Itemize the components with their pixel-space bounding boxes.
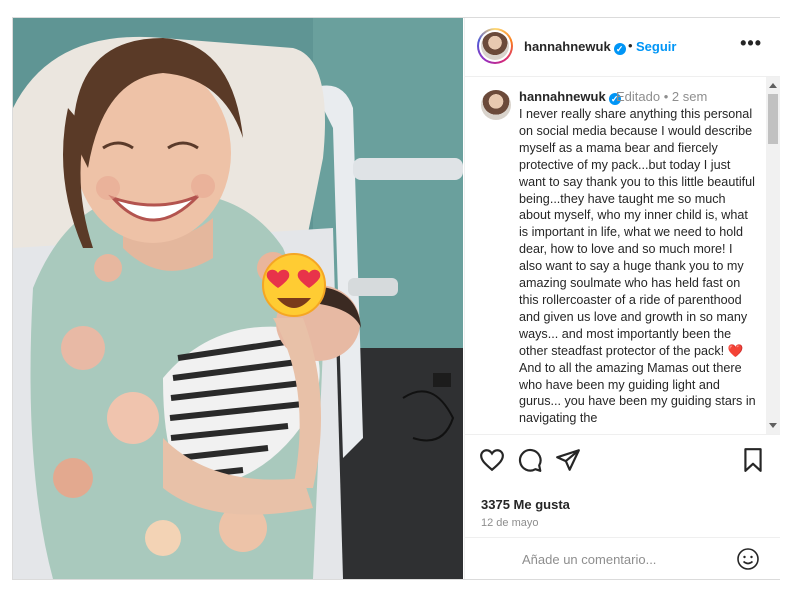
caption-area[interactable]: hannahnewuk ✓ Editado • 2 sem I never rea… [465, 77, 780, 434]
heart-icon[interactable] [479, 447, 505, 473]
comment-icon[interactable] [517, 447, 543, 473]
post-side-panel: hannahnewuk ✓ • Seguir ••• hannahnewuk ✓ E… [464, 18, 780, 579]
more-options-icon[interactable]: ••• [740, 33, 762, 54]
bookmark-icon[interactable] [740, 447, 766, 473]
caption-username-text: hannahnewuk [519, 89, 606, 104]
caption-avatar[interactable] [481, 90, 511, 120]
photo-illustration [13, 18, 463, 579]
time-separator: • [663, 89, 669, 104]
post-actions: 3375 Me gusta 12 de mayo Añade un coment… [465, 434, 780, 580]
share-icon[interactable] [555, 447, 581, 473]
username-text: hannahnewuk [524, 39, 611, 54]
emoji-icon[interactable] [736, 547, 760, 571]
comment-input[interactable]: Añade un comentario... [522, 552, 656, 567]
likes-count[interactable]: 3375 Me gusta [481, 497, 570, 512]
caption-scrollbar[interactable] [766, 77, 780, 434]
comment-box: Añade un comentario... [465, 537, 780, 581]
caption-username-link[interactable]: hannahnewuk ✓ [519, 89, 621, 105]
edited-label: Editado [616, 89, 661, 104]
avatar[interactable] [477, 28, 513, 64]
username-link[interactable]: hannahnewuk ✓ [524, 39, 626, 55]
post-date[interactable]: 12 de mayo [481, 517, 538, 529]
post-header: hannahnewuk ✓ • Seguir ••• [465, 18, 780, 77]
post-modal: hannahnewuk ✓ • Seguir ••• hannahnewuk ✓ E… [12, 17, 780, 580]
follow-button[interactable]: Seguir [636, 39, 676, 54]
caption-meta: Editado • 2 sem [616, 89, 707, 104]
separator-dot: • [628, 38, 633, 53]
scroll-up-arrow-icon[interactable] [769, 83, 777, 88]
verified-badge-icon: ✓ [613, 43, 626, 55]
scroll-down-arrow-icon[interactable] [769, 423, 777, 428]
post-photo[interactable] [13, 18, 463, 579]
heart-eyes-emoji-icon [262, 253, 326, 317]
caption-text: I never really share anything this perso… [519, 107, 756, 426]
post-time[interactable]: 2 sem [672, 89, 707, 104]
scroll-thumb[interactable] [768, 94, 778, 144]
